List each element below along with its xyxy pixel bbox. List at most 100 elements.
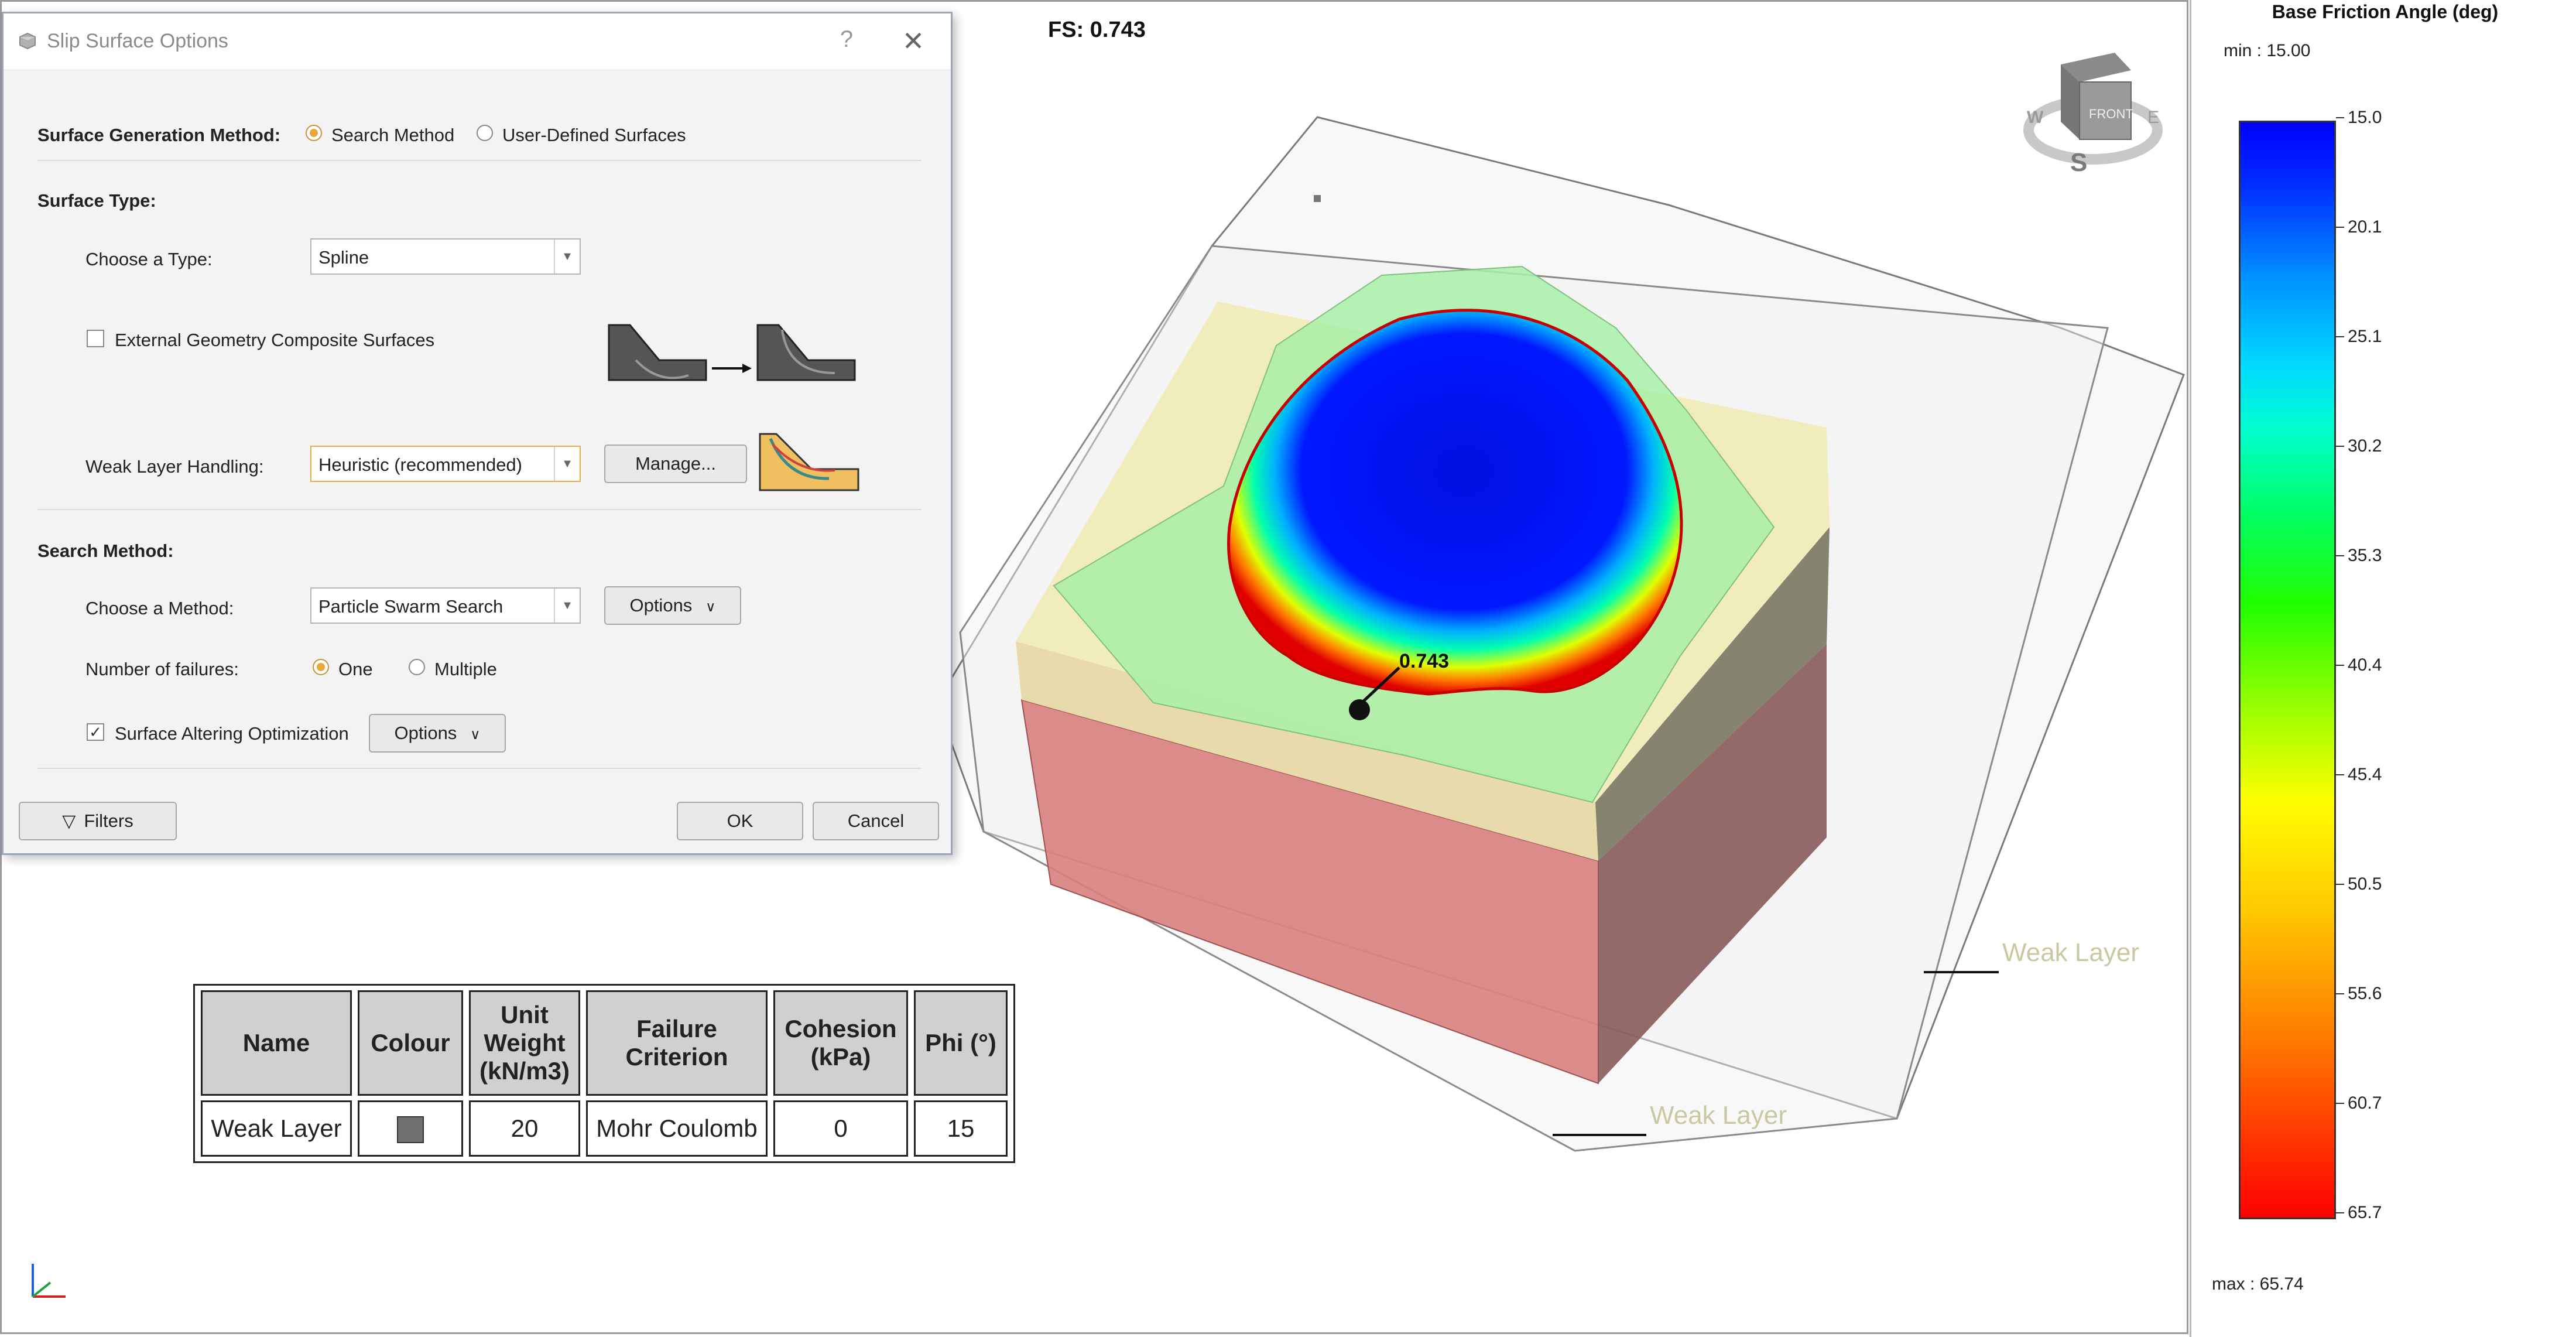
failures-label: Number of failures: — [85, 659, 239, 679]
legend-tick — [2336, 555, 2344, 556]
legend-tick — [2336, 774, 2344, 775]
weak-layer-leader-upper — [1924, 971, 1999, 973]
radio-failures-multiple[interactable] — [409, 659, 425, 675]
scene-marker-dot — [1314, 195, 1321, 202]
surface-altering-checkbox[interactable]: ✓ — [87, 723, 104, 741]
legend-tick-label: 45.4 — [2348, 765, 2382, 784]
compass-west-label: W — [2027, 108, 2044, 127]
weak-layer-diagram-icon — [759, 433, 859, 491]
filters-button[interactable]: ▽ Filters — [19, 802, 177, 840]
header-colour: Colour — [358, 990, 463, 1096]
weak-layer-handling-select[interactable]: Heuristic (recommended) ▼ — [310, 446, 581, 482]
surface-generation-label: Surface Generation Method: — [37, 125, 281, 145]
legend-tick-label: 20.1 — [2348, 217, 2382, 237]
search-options-button[interactable]: Options ∨ — [604, 586, 741, 625]
dialog-app-icon — [19, 32, 36, 50]
search-method-select[interactable]: Particle Swarm Search ▼ — [310, 587, 581, 624]
header-unit-weight: Unit Weight (kN/m3) — [469, 990, 580, 1096]
radio-user-defined[interactable] — [477, 125, 493, 141]
dialog-title: Slip Surface Options — [47, 30, 228, 52]
filters-label: Filters — [84, 811, 133, 831]
fs-marker-icon — [1349, 699, 1370, 720]
radio-search-method[interactable] — [306, 125, 322, 141]
compass-south-label: S — [2070, 148, 2087, 177]
ok-button[interactable]: OK — [677, 802, 803, 840]
radio-failures-multiple-label[interactable]: Multiple — [434, 659, 497, 680]
surface-type-value: Spline — [318, 247, 369, 268]
choose-method-label: Choose a Method: — [85, 598, 234, 618]
manage-button[interactable]: Manage... — [604, 444, 747, 483]
radio-search-method-label[interactable]: Search Method — [331, 125, 454, 146]
weak-layer-label-upper: Weak Layer — [2002, 938, 2139, 967]
view-cube-front-label: FRONT — [2089, 107, 2133, 121]
legend-tick — [2336, 227, 2344, 228]
surface-altering-label[interactable]: Surface Altering Optimization — [115, 723, 349, 744]
legend-tick-label: 30.2 — [2348, 436, 2382, 456]
divider — [37, 509, 922, 510]
chevron-down-icon: ▼ — [554, 240, 580, 273]
surface-type-select[interactable]: Spline ▼ — [310, 238, 581, 275]
legend-tick — [2336, 1103, 2344, 1104]
cell-unit-weight: 20 — [469, 1100, 580, 1157]
cell-failure-criterion: Mohr Coulomb — [586, 1100, 768, 1157]
composite-surface-diagram-icon — [608, 324, 856, 381]
legend-title: Base Friction Angle (deg) — [2272, 1, 2499, 22]
weak-layer-leader-lower — [1553, 1134, 1646, 1136]
legend-tick — [2336, 993, 2344, 994]
cell-colour — [358, 1100, 463, 1157]
axis-triad-icon — [32, 1264, 66, 1298]
legend-tick — [2336, 665, 2344, 666]
header-phi: Phi (°) — [914, 990, 1008, 1096]
external-geometry-label[interactable]: External Geometry Composite Surfaces — [115, 330, 434, 351]
weak-layer-handling-value: Heuristic (recommended) — [318, 454, 522, 475]
sao-options-button[interactable]: Options ∨ — [369, 714, 506, 753]
table-header-row: Name Colour Unit Weight (kN/m3) Failure Cri… — [201, 990, 1008, 1096]
search-method-value: Particle Swarm Search — [318, 596, 503, 617]
legend-tick-label: 65.7 — [2348, 1203, 2382, 1222]
legend-tick-label: 40.4 — [2348, 655, 2382, 675]
legend-tick-label: 55.6 — [2348, 984, 2382, 1003]
legend-tick-label: 25.1 — [2348, 327, 2382, 346]
legend-tick-label: 15.0 — [2348, 108, 2382, 127]
chevron-down-icon: ▼ — [554, 447, 580, 481]
chevron-down-icon: ∨ — [705, 599, 716, 615]
dialog-titlebar[interactable]: Slip Surface Options ? ✕ — [4, 13, 951, 70]
filter-icon: ▽ — [62, 812, 76, 831]
surface-fs-label: 0.743 — [1399, 650, 1449, 672]
chevron-down-icon: ∨ — [470, 727, 481, 743]
radio-failures-one-label[interactable]: One — [338, 659, 373, 680]
colour-legend-panel: Base Friction Angle (deg) min : 15.00 15… — [2194, 0, 2576, 1337]
material-properties-table: Name Colour Unit Weight (kN/m3) Failure Cri… — [193, 984, 1015, 1163]
choose-type-label: Choose a Type: — [85, 249, 213, 269]
legend-tick-label: 35.3 — [2348, 546, 2382, 565]
colour-swatch — [397, 1116, 424, 1143]
legend-tick — [2336, 446, 2344, 447]
compass-east-label: E — [2147, 108, 2159, 127]
slip-surface-options-dialog[interactable]: Slip Surface Options ? ✕ Surface Generat… — [2, 12, 953, 855]
legend-tick-label: 50.5 — [2348, 874, 2382, 894]
legend-tick — [2336, 336, 2344, 337]
close-button[interactable]: ✕ — [896, 25, 931, 56]
help-button[interactable]: ? — [829, 26, 864, 54]
legend-min-label: min : 15.00 — [2224, 41, 2311, 60]
external-geometry-checkbox[interactable] — [87, 330, 104, 347]
header-cohesion: Cohesion (kPa) — [773, 990, 908, 1096]
legend-max-label: max : 65.74 — [2212, 1274, 2304, 1294]
header-failure-criterion: Failure Criterion — [586, 990, 768, 1096]
legend-tick — [2336, 1212, 2344, 1213]
legend-tick — [2336, 117, 2344, 118]
cell-phi: 15 — [914, 1100, 1008, 1157]
search-options-label: Options — [629, 595, 693, 616]
search-method-heading: Search Method: — [37, 541, 174, 561]
view-cube-compass[interactable]: FRONT S W E — [2023, 53, 2163, 177]
radio-user-defined-label[interactable]: User-Defined Surfaces — [502, 125, 686, 146]
legend-tick — [2336, 884, 2344, 885]
chevron-down-icon: ▼ — [554, 589, 580, 623]
legend-colour-bar — [2239, 121, 2336, 1219]
weak-layer-label-lower: Weak Layer — [1650, 1101, 1787, 1130]
cancel-button[interactable]: Cancel — [813, 802, 939, 840]
radio-failures-one[interactable] — [313, 659, 329, 675]
cell-cohesion: 0 — [773, 1100, 908, 1157]
divider — [37, 768, 922, 769]
weak-layer-handling-label: Weak Layer Handling: — [85, 456, 264, 477]
